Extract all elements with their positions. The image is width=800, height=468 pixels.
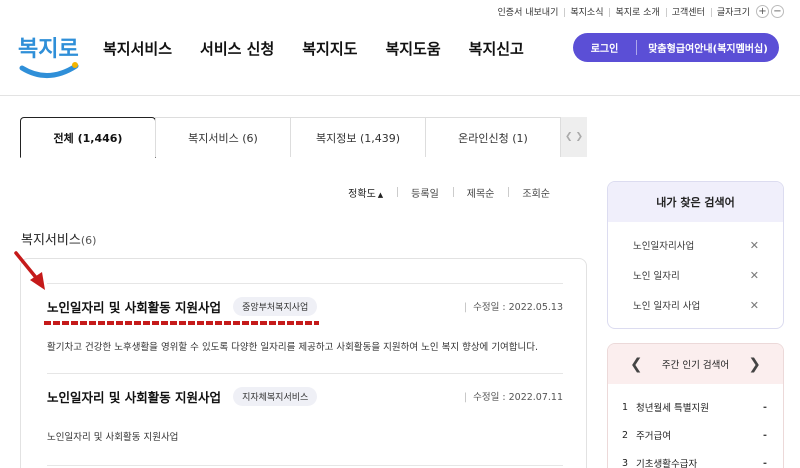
font-increase-button[interactable]: + (756, 4, 769, 18)
result-date: | 수정일 : 2022.07.11 (463, 392, 563, 403)
popular-search-item[interactable]: 1 청년월세 특별지원 - (622, 400, 767, 415)
login-membership-bar: 로그인 맞춤형급여안내(복지멤버십) (573, 33, 779, 62)
recent-search-item[interactable]: 노인 일자리 ✕ (633, 268, 759, 283)
result-item[interactable]: 노인일자리 및 사회활동 지원사업 지자체복지서비스 | 수정일 : 2022.0… (47, 385, 563, 443)
membership-button[interactable]: 맞춤형급여안내(복지멤버십) (637, 40, 779, 55)
tab-online-apply[interactable]: 온라인신청 (1) (425, 117, 561, 157)
popular-search-item[interactable]: 3 기초생활수급자 - (622, 456, 767, 468)
recent-search-item[interactable]: 노인일자리사업 ✕ (633, 238, 759, 253)
result-description: 활기차고 건강한 노후생활을 영위할 수 있도록 다양한 일자리를 제공하고 사… (47, 342, 539, 353)
sort-views[interactable]: 조회순 (508, 185, 564, 200)
section-title-text: 복지서비스 (21, 233, 81, 248)
logo-swoosh (19, 63, 79, 78)
rank-change: - (763, 457, 767, 468)
result-description: 노인일자리 및 사회활동 지원사업 (47, 432, 179, 443)
bokjiro-logo[interactable]: 복지로 (18, 30, 80, 84)
popular-search-term[interactable]: 청년월세 특별지원 (636, 400, 709, 414)
utility-link-about[interactable]: 복지로 소개 (609, 5, 665, 18)
recent-search-term[interactable]: 노인 일자리 (633, 268, 680, 282)
rank-number: 2 (622, 429, 629, 441)
nav-welfare-service[interactable]: 복지서비스 (103, 38, 172, 59)
nav-service-apply[interactable]: 서비스 신청 (200, 38, 274, 59)
divider (47, 373, 563, 374)
login-button[interactable]: 로그인 (573, 40, 637, 55)
nav-welfare-map[interactable]: 복지지도 (302, 38, 357, 59)
font-decrease-button[interactable]: − (771, 4, 784, 18)
sort-title[interactable]: 제목순 (452, 185, 509, 200)
logo-text: 복지로 (18, 37, 79, 62)
tab-welfare-info[interactable]: 복지정보 (1,439) (290, 117, 426, 157)
result-title[interactable]: 노인일자리 및 사회활동 지원사업 (47, 297, 221, 316)
section-title: 복지서비스(6) (21, 229, 96, 248)
sort-up-icon: ▲ (377, 191, 384, 199)
chevron-right-icon[interactable]: ❯ (576, 132, 584, 142)
rank-change: - (763, 429, 767, 441)
result-tabs: 전체 (1,446) 복지서비스 (6) 복지정보 (1,439) 온라인신청 … (20, 117, 587, 158)
tab-scroll-arrows[interactable]: ❮ ❯ (561, 117, 587, 157)
tab-welfare-service[interactable]: 복지서비스 (6) (155, 117, 291, 157)
rank-number: 3 (622, 457, 629, 468)
result-date: | 수정일 : 2022.05.13 (463, 302, 563, 313)
main-navigation: 복지서비스 서비스 신청 복지지도 복지도움 복지신고 (103, 38, 552, 59)
rank-number: 1 (622, 401, 629, 413)
result-badge: 지자체복지서비스 (233, 386, 318, 406)
recent-searches-title: 내가 찾은 검색어 (608, 182, 783, 222)
sort-options: 정확도 ▲ 등록일 제목순 조회순 (334, 185, 564, 200)
result-badge: 중앙부처복지사업 (233, 296, 318, 316)
sort-registered[interactable]: 등록일 (397, 185, 453, 200)
close-icon[interactable]: ✕ (750, 299, 759, 312)
result-date-text: 수정일 : 2022.05.13 (473, 302, 563, 313)
header-divider (0, 95, 800, 96)
recent-search-term[interactable]: 노인일자리사업 (633, 238, 694, 252)
annotation-arrow-icon (14, 251, 45, 290)
popular-searches-panel: ❮ 주간 인기 검색어 ❯ 1 청년월세 특별지원 - 2 주거급여 - 3 기… (607, 343, 784, 468)
close-icon[interactable]: ✕ (750, 239, 759, 252)
popular-search-term[interactable]: 주거급여 (636, 428, 671, 442)
popular-search-term[interactable]: 기초생활수급자 (636, 456, 697, 468)
divider (47, 283, 563, 284)
result-title[interactable]: 노인일자리 및 사회활동 지원사업 (47, 387, 221, 406)
tab-all[interactable]: 전체 (1,446) (20, 117, 156, 158)
utility-link-news[interactable]: 복지소식 (564, 5, 609, 18)
logo-dot (72, 62, 78, 68)
nav-welfare-help[interactable]: 복지도움 (385, 38, 440, 59)
chevron-right-icon[interactable]: ❯ (748, 355, 761, 373)
recent-search-item[interactable]: 노인 일자리 사업 ✕ (633, 298, 759, 313)
sort-accuracy[interactable]: 정확도 ▲ (334, 185, 397, 200)
recent-search-term[interactable]: 노인 일자리 사업 (633, 298, 700, 312)
nav-welfare-report[interactable]: 복지신고 (469, 38, 524, 59)
annotation-dashed-underline (44, 321, 319, 325)
divider (47, 465, 563, 466)
chevron-left-icon[interactable]: ❮ (565, 132, 573, 142)
utility-bar: 인증서 내보내기 복지소식 복지로 소개 고객센터 글자크기 + − (492, 2, 784, 20)
popular-search-item[interactable]: 2 주거급여 - (622, 428, 767, 443)
sort-accuracy-label: 정확도 (348, 189, 376, 200)
section-count: (6) (80, 234, 97, 247)
utility-link-certificate[interactable]: 인증서 내보내기 (492, 5, 565, 18)
popular-searches-title: 주간 인기 검색어 (661, 360, 730, 371)
rank-change: - (763, 401, 767, 413)
utility-link-support[interactable]: 고객센터 (665, 5, 711, 18)
results-list: 노인일자리 및 사회활동 지원사업 중앙부처복지사업 | 수정일 : 2022.0… (20, 258, 587, 468)
close-icon[interactable]: ✕ (750, 269, 759, 282)
chevron-left-icon[interactable]: ❮ (630, 355, 643, 373)
result-date-text: 수정일 : 2022.07.11 (473, 392, 563, 403)
recent-searches-panel: 내가 찾은 검색어 노인일자리사업 ✕ 노인 일자리 ✕ 노인 일자리 사업 ✕ (607, 181, 784, 329)
font-size-label: 글자크기 (710, 5, 754, 18)
